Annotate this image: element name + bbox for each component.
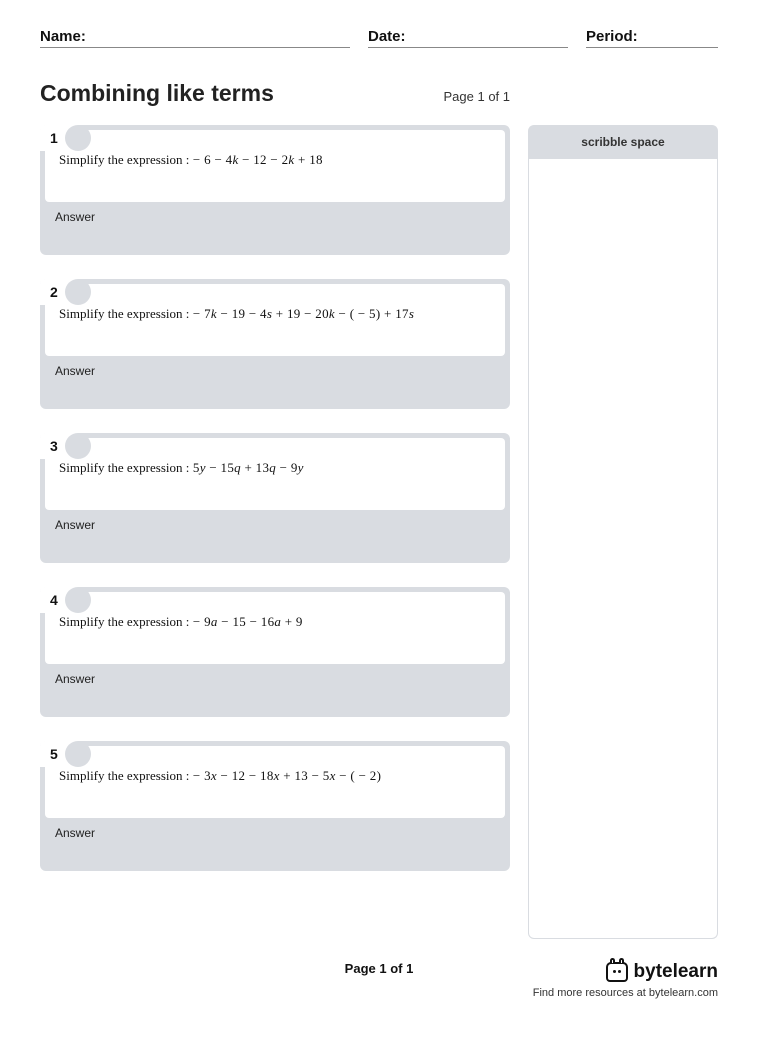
header-fields: Name: Date: Period:: [40, 28, 718, 48]
footer-tagline: Find more resources at bytelearn.com: [40, 987, 718, 999]
question-card: 5Simplify the expression : − 3x − 12 − 1…: [40, 741, 510, 871]
footer: Page 1 of 1 bytelearn Find more resource…: [40, 961, 718, 1007]
question-expression: − 7k − 19 − 4s + 19 − 20k − ( − 5) + 17s: [189, 306, 414, 321]
period-field[interactable]: Period:: [586, 28, 718, 48]
brand-name: bytelearn: [634, 961, 718, 983]
question-expression: − 6 − 4k − 12 − 2k + 18: [189, 152, 322, 167]
question-prompt: Simplify the expression :: [59, 152, 189, 167]
period-label: Period:: [586, 28, 638, 45]
question-expression: 5y − 15q + 13q − 9y: [189, 460, 303, 475]
answer-section[interactable]: Answer: [45, 356, 505, 404]
page-indicator-top: Page 1 of 1: [444, 89, 511, 104]
question-card: 4Simplify the expression : − 9a − 15 − 1…: [40, 587, 510, 717]
question-body: Simplify the expression : − 3x − 12 − 18…: [45, 746, 505, 818]
question-expression: − 3x − 12 − 18x + 13 − 5x − ( − 2): [189, 768, 381, 783]
question-card: 1Simplify the expression : − 6 − 4k − 12…: [40, 125, 510, 255]
page-indicator-bottom: Page 1 of 1: [345, 961, 414, 976]
questions-column: 1Simplify the expression : − 6 − 4k − 12…: [40, 125, 510, 939]
answer-section[interactable]: Answer: [45, 664, 505, 712]
answer-section[interactable]: Answer: [45, 202, 505, 250]
question-prompt: Simplify the expression :: [59, 460, 189, 475]
question-body: Simplify the expression : − 6 − 4k − 12 …: [45, 130, 505, 202]
scribble-space[interactable]: [528, 159, 718, 939]
name-label: Name:: [40, 28, 86, 45]
question-number: 5: [40, 741, 78, 767]
answer-section[interactable]: Answer: [45, 510, 505, 558]
question-body: Simplify the expression : − 7k − 19 − 4s…: [45, 284, 505, 356]
question-number: 2: [40, 279, 78, 305]
date-label: Date:: [368, 28, 406, 45]
brand-logo-icon: [606, 962, 628, 982]
question-body: Simplify the expression : − 9a − 15 − 16…: [45, 592, 505, 664]
scribble-column: scribble space: [528, 125, 718, 939]
worksheet-title: Combining like terms: [40, 80, 274, 107]
question-prompt: Simplify the expression :: [59, 306, 189, 321]
scribble-header: scribble space: [528, 125, 718, 159]
question-card: 2Simplify the expression : − 7k − 19 − 4…: [40, 279, 510, 409]
question-prompt: Simplify the expression :: [59, 614, 189, 629]
question-expression: − 9a − 15 − 16a + 9: [189, 614, 302, 629]
question-prompt: Simplify the expression :: [59, 768, 189, 783]
question-card: 3Simplify the expression : 5y − 15q + 13…: [40, 433, 510, 563]
title-row: Combining like terms Page 1 of 1: [40, 80, 510, 107]
answer-section[interactable]: Answer: [45, 818, 505, 866]
question-body: Simplify the expression : 5y − 15q + 13q…: [45, 438, 505, 510]
date-field[interactable]: Date:: [368, 28, 568, 48]
question-number: 4: [40, 587, 78, 613]
question-number: 3: [40, 433, 78, 459]
question-number: 1: [40, 125, 78, 151]
name-field[interactable]: Name:: [40, 28, 350, 48]
content-row: 1Simplify the expression : − 6 − 4k − 12…: [40, 125, 718, 939]
